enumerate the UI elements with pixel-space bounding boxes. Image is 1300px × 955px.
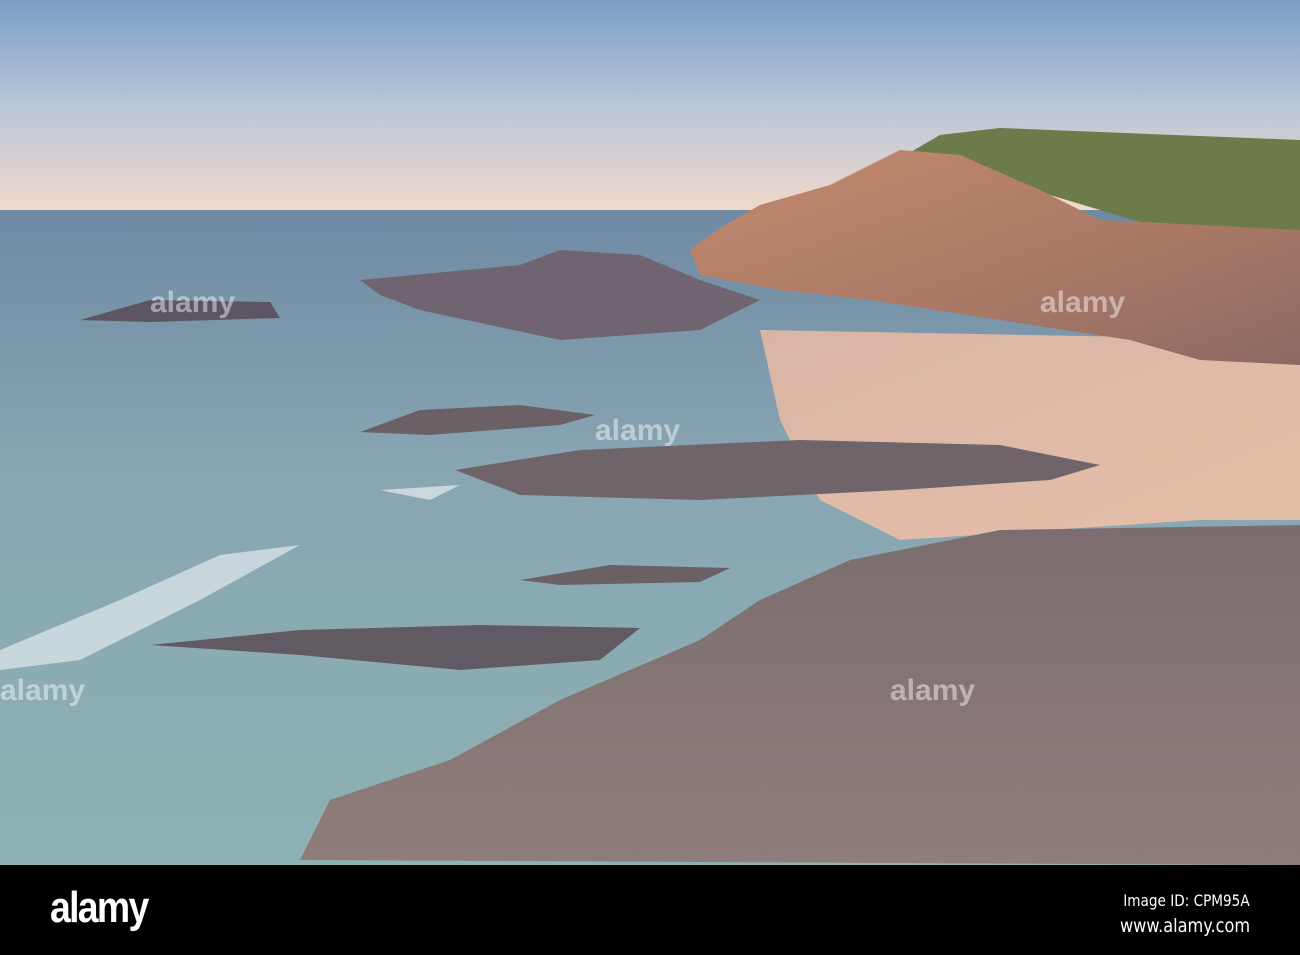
image-id: Image ID: CPM95A bbox=[1123, 891, 1250, 910]
svg-text:alamy: alamy bbox=[890, 674, 975, 707]
footer-bar: alamy Image ID: CPM95A www.alamy.com bbox=[0, 865, 1300, 955]
website-link[interactable]: www.alamy.com bbox=[1120, 915, 1250, 937]
alamy-logo: alamy bbox=[50, 883, 149, 932]
svg-text:alamy: alamy bbox=[0, 674, 85, 707]
svg-text:alamy: alamy bbox=[1040, 286, 1125, 319]
beach bbox=[760, 330, 1300, 540]
svg-text:alamy: alamy bbox=[595, 414, 680, 447]
coastal-photo: alamy alamy alamy alamy alamy bbox=[0, 0, 1300, 865]
svg-text:alamy: alamy bbox=[150, 286, 235, 319]
